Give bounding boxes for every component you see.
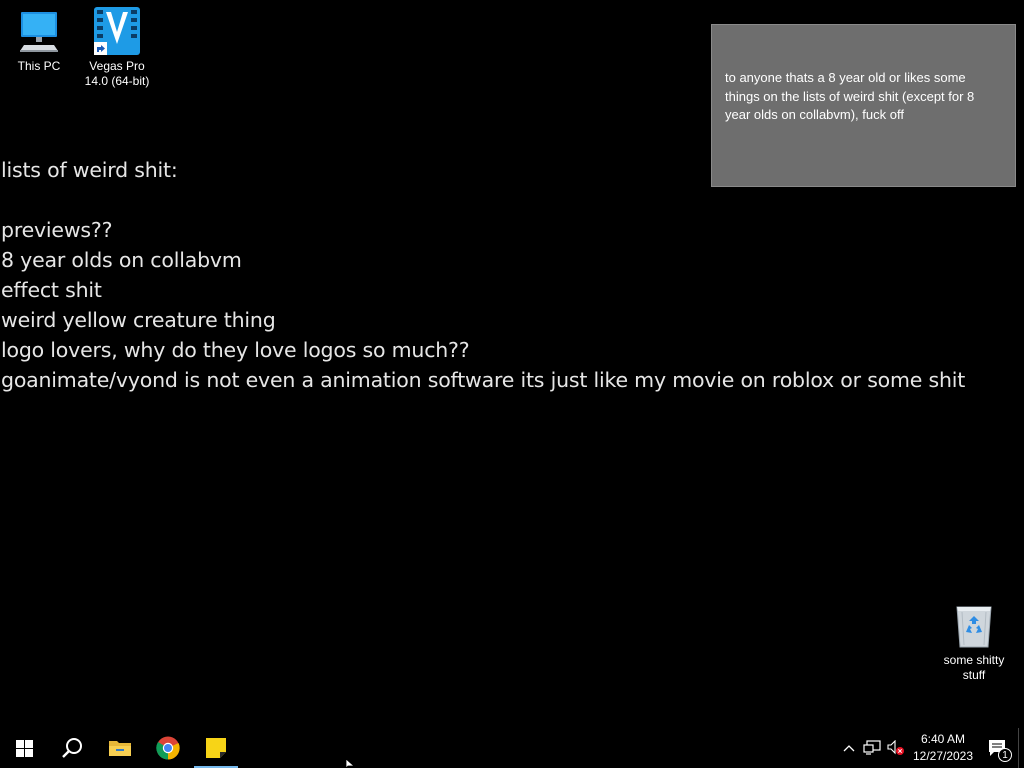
wallpaper-list-item: logo lovers, why do they love logos so m… xyxy=(1,338,470,362)
action-center-button[interactable]: 1 xyxy=(978,728,1018,768)
wallpaper-list-item: effect shit xyxy=(1,278,102,302)
notification-count-badge: 1 xyxy=(998,748,1012,762)
file-explorer-button[interactable] xyxy=(96,728,144,768)
system-tray: 6:40 AM 12/27/2023 1 xyxy=(838,728,1024,768)
folder-icon xyxy=(109,741,131,756)
vegas-pro-label-line1: Vegas Pro xyxy=(89,59,145,73)
vegas-pro-label-line2: 14.0 (64-bit) xyxy=(84,74,150,88)
wallpaper-list-item: 8 year olds on collabvm xyxy=(1,248,242,272)
this-pc-label: This PC xyxy=(17,59,61,73)
mouse-cursor-icon xyxy=(345,759,355,768)
chrome-icon xyxy=(156,736,180,760)
recycle-bin-label: some shitty stuff xyxy=(944,653,1005,683)
recycle-bin-label-line1: some shitty xyxy=(943,653,1005,667)
windows-logo-icon xyxy=(15,739,33,757)
taskbar: 6:40 AM 12/27/2023 1 xyxy=(0,728,1024,768)
note-text: to anyone thats a 8 year old or likes so… xyxy=(725,70,975,122)
computer-icon xyxy=(13,6,65,56)
wallpaper-list-item: goanimate/vyond is not even a animation … xyxy=(1,368,966,392)
wallpaper-spacer xyxy=(1,185,965,215)
taskbar-clock[interactable]: 6:40 AM 12/27/2023 xyxy=(908,731,978,765)
search-icon xyxy=(62,738,82,758)
chrome-button[interactable] xyxy=(144,728,192,768)
volume-muted-icon xyxy=(887,740,904,755)
show-hidden-icons-button[interactable] xyxy=(838,728,860,768)
sticky-notes-icon xyxy=(206,738,226,758)
chevron-up-icon xyxy=(843,745,855,752)
search-button[interactable] xyxy=(48,728,96,768)
desktop: This PC Vegas Pro 14.0 (64-bit) to anyon… xyxy=(0,0,1024,728)
recycle-bin-label-line2: stuff xyxy=(962,668,986,682)
vegas-pro-label: Vegas Pro 14.0 (64-bit) xyxy=(85,59,150,89)
desktop-icon-vegas-pro[interactable]: Vegas Pro 14.0 (64-bit) xyxy=(79,6,155,89)
network-icon xyxy=(863,740,881,755)
network-button[interactable] xyxy=(860,728,884,768)
vegas-pro-shortcut-icon xyxy=(91,6,143,56)
wallpaper-text: lists of weird shit: previews?? 8 year o… xyxy=(1,155,965,395)
clock-time: 6:40 AM xyxy=(920,732,966,746)
sticky-notes-button[interactable] xyxy=(192,728,240,768)
wallpaper-list-item: weird yellow creature thing xyxy=(1,308,276,332)
desktop-icon-recycle-bin[interactable]: some shitty stuff xyxy=(936,600,1012,683)
wallpaper-list-item: previews?? xyxy=(1,218,113,242)
wallpaper-heading: lists of weird shit: xyxy=(1,158,178,182)
desktop-icon-this-pc[interactable]: This PC xyxy=(1,6,77,74)
show-desktop-button[interactable] xyxy=(1018,728,1024,768)
recycle-bin-icon xyxy=(948,600,1000,650)
start-button[interactable] xyxy=(0,728,48,768)
clock-date: 12/27/2023 xyxy=(912,749,974,763)
volume-button[interactable] xyxy=(884,728,908,768)
